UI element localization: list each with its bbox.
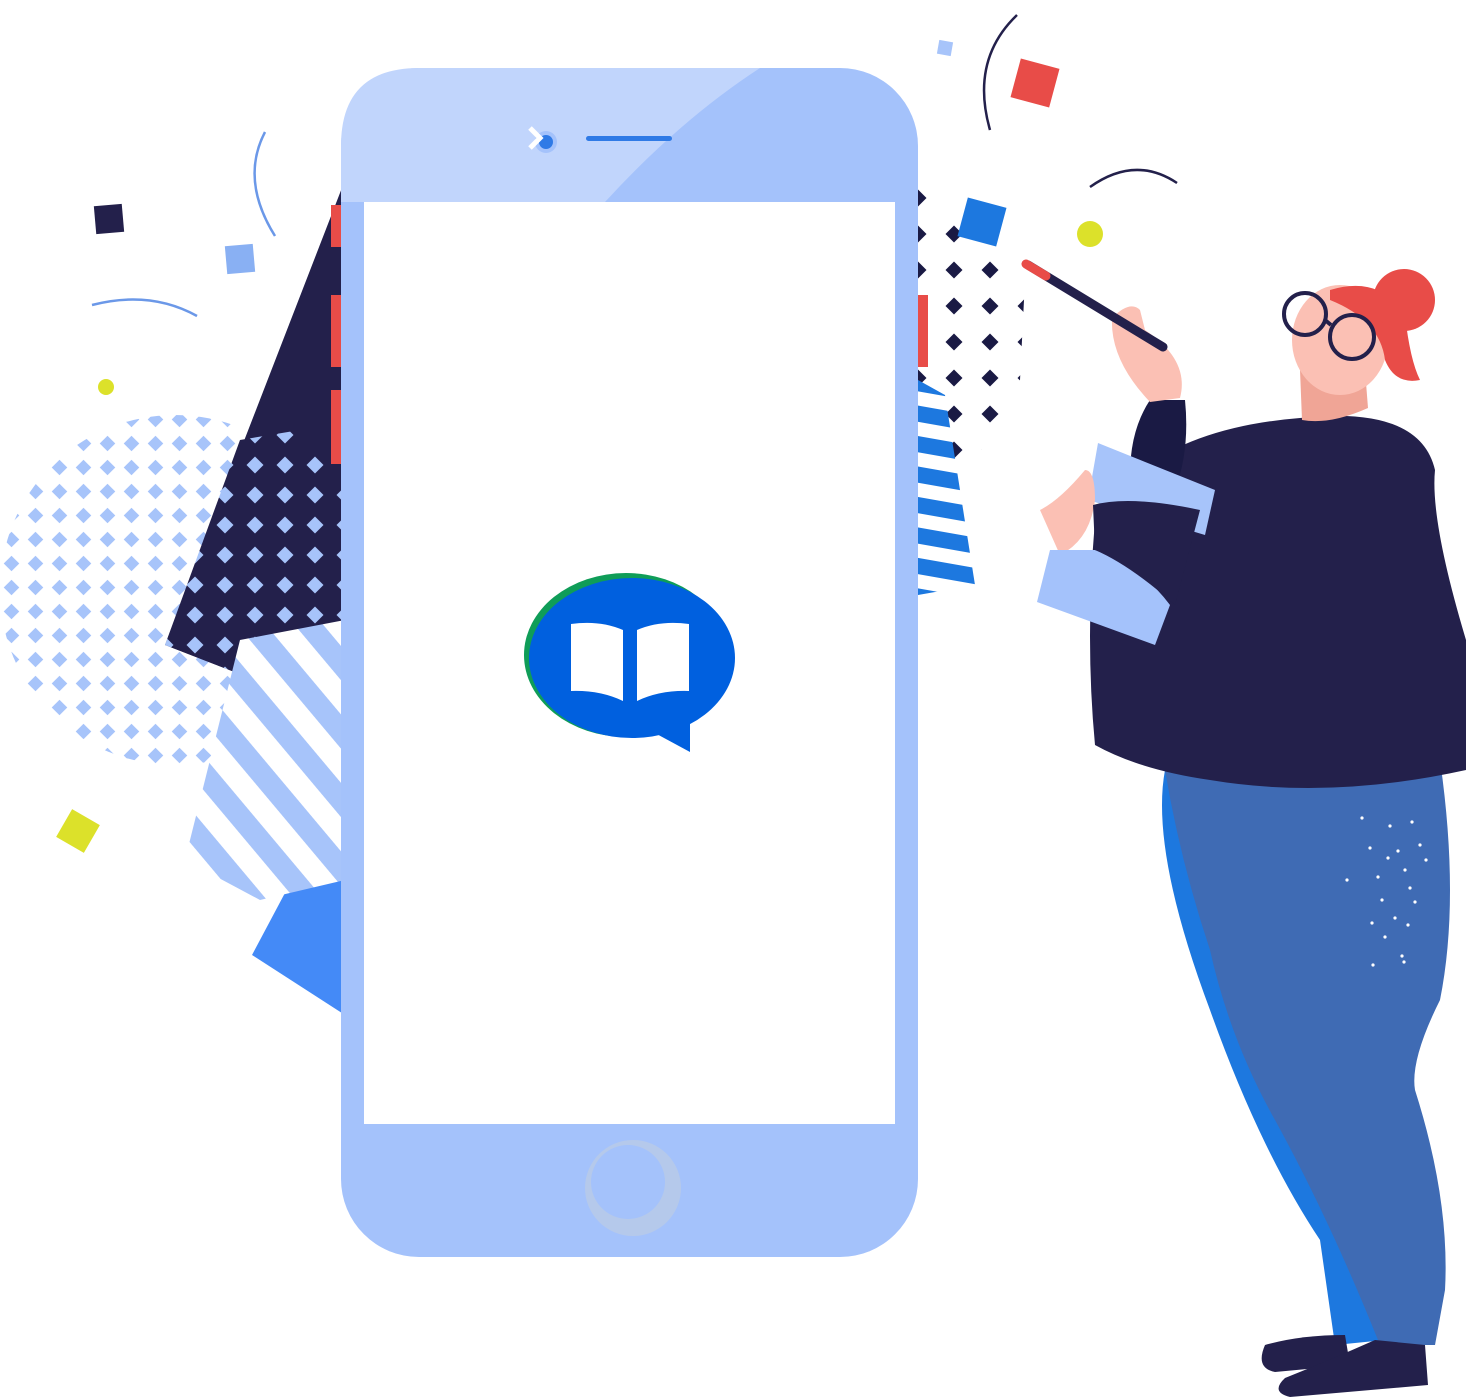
pencil-tip xyxy=(1021,259,1051,281)
logo-bubble xyxy=(529,578,735,738)
confetti-navy-square xyxy=(93,203,125,235)
speaker-grille xyxy=(586,136,672,141)
confetti-yellow-dot-right xyxy=(1077,221,1103,247)
confetti-arc-4 xyxy=(1089,168,1178,189)
illustration-canvas xyxy=(0,14,1466,1397)
confetti-arc-2 xyxy=(91,298,198,318)
confetti-yellow-dot-left xyxy=(98,379,114,395)
confetti-small-light-square xyxy=(936,39,954,57)
clipboard-hand xyxy=(1040,470,1095,555)
confetti-arc-1 xyxy=(253,131,277,237)
woman-character xyxy=(1021,259,1466,1397)
smartphone xyxy=(341,68,918,1257)
confetti-red-square xyxy=(1010,58,1060,108)
jeans xyxy=(1165,760,1450,1345)
background-shapes-right xyxy=(918,185,1025,595)
confetti-yellow-square xyxy=(56,809,100,853)
home-button[interactable] xyxy=(585,1140,681,1236)
hair-bun xyxy=(1373,269,1435,331)
red-dash-right xyxy=(918,295,928,367)
confetti-blue-square xyxy=(224,243,256,275)
confetti-arc-3 xyxy=(982,14,1018,131)
